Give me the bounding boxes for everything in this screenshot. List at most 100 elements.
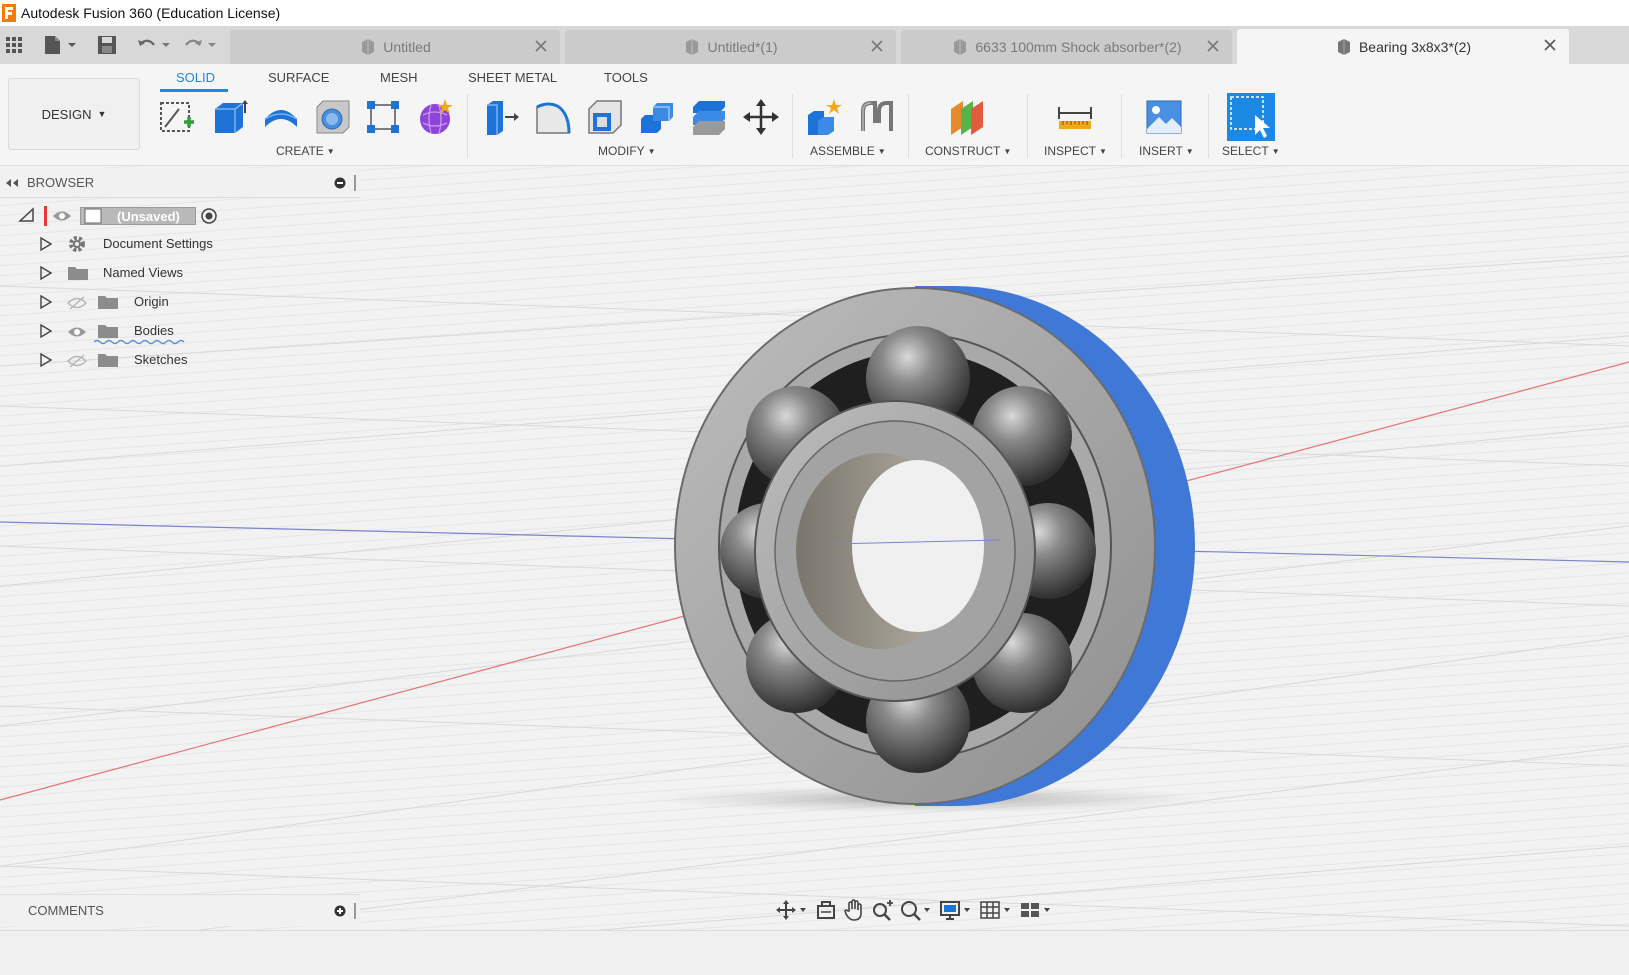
file-menu-button[interactable] bbox=[42, 34, 78, 56]
revolve-icon bbox=[264, 110, 298, 127]
bearing-model[interactable] bbox=[650, 286, 1210, 813]
tab-mesh[interactable]: MESH bbox=[380, 70, 418, 85]
offset-plane-button[interactable] bbox=[946, 96, 988, 138]
title-bar: Autodesk Fusion 360 (Education License) bbox=[0, 0, 1629, 26]
chevron-down-icon: ▼ bbox=[877, 146, 886, 156]
undo-button[interactable] bbox=[136, 34, 174, 56]
press-pull-button[interactable] bbox=[480, 96, 522, 138]
look-at-button[interactable] bbox=[815, 898, 837, 922]
insert-menu[interactable]: INSERT ▼ bbox=[1139, 144, 1194, 158]
pattern-button[interactable] bbox=[362, 96, 404, 138]
workspace-switcher[interactable]: DESIGN ▼ bbox=[8, 78, 140, 150]
save-button[interactable] bbox=[96, 34, 118, 56]
eye-hidden-icon[interactable] bbox=[67, 296, 87, 310]
window-title: Autodesk Fusion 360 (Education License) bbox=[21, 5, 281, 21]
tab-solid[interactable]: SOLID bbox=[176, 70, 215, 85]
rectangular-pattern-icon bbox=[367, 101, 399, 133]
data-panel-button[interactable] bbox=[4, 34, 24, 56]
hand-icon bbox=[844, 899, 862, 921]
joint-button[interactable] bbox=[856, 96, 898, 138]
browser-title: BROWSER bbox=[27, 175, 95, 190]
expand-icon[interactable] bbox=[40, 324, 52, 338]
doc-tab-bearing[interactable]: Bearing 3x8x3*(2) bbox=[1237, 29, 1569, 64]
workspace-label: DESIGN bbox=[41, 106, 92, 122]
fit-button[interactable] bbox=[899, 898, 933, 922]
gear-icon bbox=[69, 236, 85, 252]
collapse-root-icon[interactable] bbox=[18, 207, 34, 223]
panel-pin-icon[interactable] bbox=[352, 175, 358, 191]
plus-circle-icon[interactable] bbox=[334, 905, 346, 917]
folder-icon bbox=[98, 296, 118, 309]
expand-icon[interactable] bbox=[40, 353, 52, 367]
pan-button[interactable] bbox=[843, 898, 865, 922]
move-copy-button[interactable] bbox=[740, 96, 782, 138]
doc-tab-label: 6633 100mm Shock absorber*(2) bbox=[975, 39, 1182, 55]
redo-icon bbox=[185, 39, 216, 47]
image-icon bbox=[1146, 100, 1182, 134]
expand-icon[interactable] bbox=[40, 237, 52, 251]
create-sketch-button[interactable] bbox=[156, 96, 198, 138]
close-icon[interactable] bbox=[534, 39, 548, 53]
sketch-icon bbox=[160, 102, 194, 132]
modify-menu[interactable]: MODIFY ▼ bbox=[598, 144, 656, 158]
expand-icon[interactable] bbox=[40, 266, 52, 280]
collapse-panel-icon[interactable] bbox=[5, 178, 19, 188]
tab-sheet-metal[interactable]: SHEET METAL bbox=[468, 70, 557, 85]
document-tab-strip: Untitled Untitled*(1) 6633 100mm Shock a… bbox=[0, 26, 1629, 64]
comments-panel: COMMENTS bbox=[0, 894, 360, 926]
shell-icon bbox=[588, 100, 622, 134]
chevron-down-icon: ▼ bbox=[1271, 146, 1280, 156]
eye-icon[interactable] bbox=[67, 325, 87, 339]
panel-pin-icon[interactable] bbox=[352, 903, 358, 919]
file-icon bbox=[45, 36, 76, 54]
browser-item-label: Sketches bbox=[134, 352, 188, 367]
viewports-button[interactable] bbox=[1019, 898, 1053, 922]
eye-hidden-icon[interactable] bbox=[67, 354, 87, 368]
expand-icon[interactable] bbox=[40, 295, 52, 309]
doc-tab-untitled[interactable]: Untitled bbox=[230, 30, 560, 64]
tab-tools[interactable]: TOOLS bbox=[604, 70, 648, 85]
orbit-button[interactable] bbox=[775, 898, 809, 922]
browser-root-node[interactable]: (Unsaved) bbox=[80, 207, 196, 225]
inspect-menu[interactable]: INSPECT ▼ bbox=[1044, 144, 1107, 158]
fillet-button[interactable] bbox=[532, 96, 574, 138]
chevron-down-icon: ▼ bbox=[1185, 146, 1194, 156]
offset-face-button[interactable] bbox=[688, 96, 730, 138]
new-component-button[interactable] bbox=[803, 96, 845, 138]
shell-button[interactable] bbox=[584, 96, 626, 138]
eye-icon[interactable] bbox=[52, 209, 72, 223]
construct-menu[interactable]: CONSTRUCT ▼ bbox=[925, 144, 1011, 158]
grid-settings-button[interactable] bbox=[979, 898, 1013, 922]
display-settings-button[interactable] bbox=[939, 898, 973, 922]
active-component-marker bbox=[44, 206, 47, 226]
combine-button[interactable] bbox=[636, 96, 678, 138]
canvas-viewport[interactable] bbox=[0, 166, 1629, 930]
create-form-button[interactable] bbox=[414, 96, 456, 138]
inspect-label: INSPECT bbox=[1044, 144, 1097, 158]
fusion360-app: Autodesk Fusion 360 (Education License) bbox=[0, 0, 1629, 975]
joint-icon bbox=[861, 101, 893, 131]
measure-button[interactable] bbox=[1054, 96, 1096, 138]
close-icon[interactable] bbox=[1543, 38, 1557, 52]
revolve-button[interactable] bbox=[260, 96, 302, 138]
look-at-icon bbox=[817, 901, 835, 919]
doc-tab-untitled-1[interactable]: Untitled*(1) bbox=[565, 30, 896, 64]
activate-radio-icon[interactable] bbox=[201, 208, 217, 224]
extrude-button[interactable] bbox=[208, 96, 250, 138]
close-icon[interactable] bbox=[1206, 39, 1220, 53]
hole-button[interactable] bbox=[312, 96, 354, 138]
minus-circle-icon[interactable] bbox=[334, 177, 346, 189]
insert-image-button[interactable] bbox=[1143, 96, 1185, 138]
redo-button[interactable] bbox=[182, 34, 220, 56]
hole-icon bbox=[316, 100, 350, 134]
assemble-menu[interactable]: ASSEMBLE ▼ bbox=[810, 144, 886, 158]
root-label: (Unsaved) bbox=[117, 208, 180, 224]
select-button[interactable] bbox=[1227, 93, 1275, 141]
tab-surface[interactable]: SURFACE bbox=[268, 70, 329, 85]
create-menu[interactable]: CREATE ▼ bbox=[276, 144, 335, 158]
select-menu[interactable]: SELECT ▼ bbox=[1222, 144, 1280, 158]
chevron-down-icon: ▼ bbox=[97, 109, 107, 119]
doc-tab-shock-absorber[interactable]: 6633 100mm Shock absorber*(2) bbox=[901, 30, 1232, 64]
zoom-button[interactable] bbox=[871, 898, 893, 922]
close-icon[interactable] bbox=[870, 39, 884, 53]
